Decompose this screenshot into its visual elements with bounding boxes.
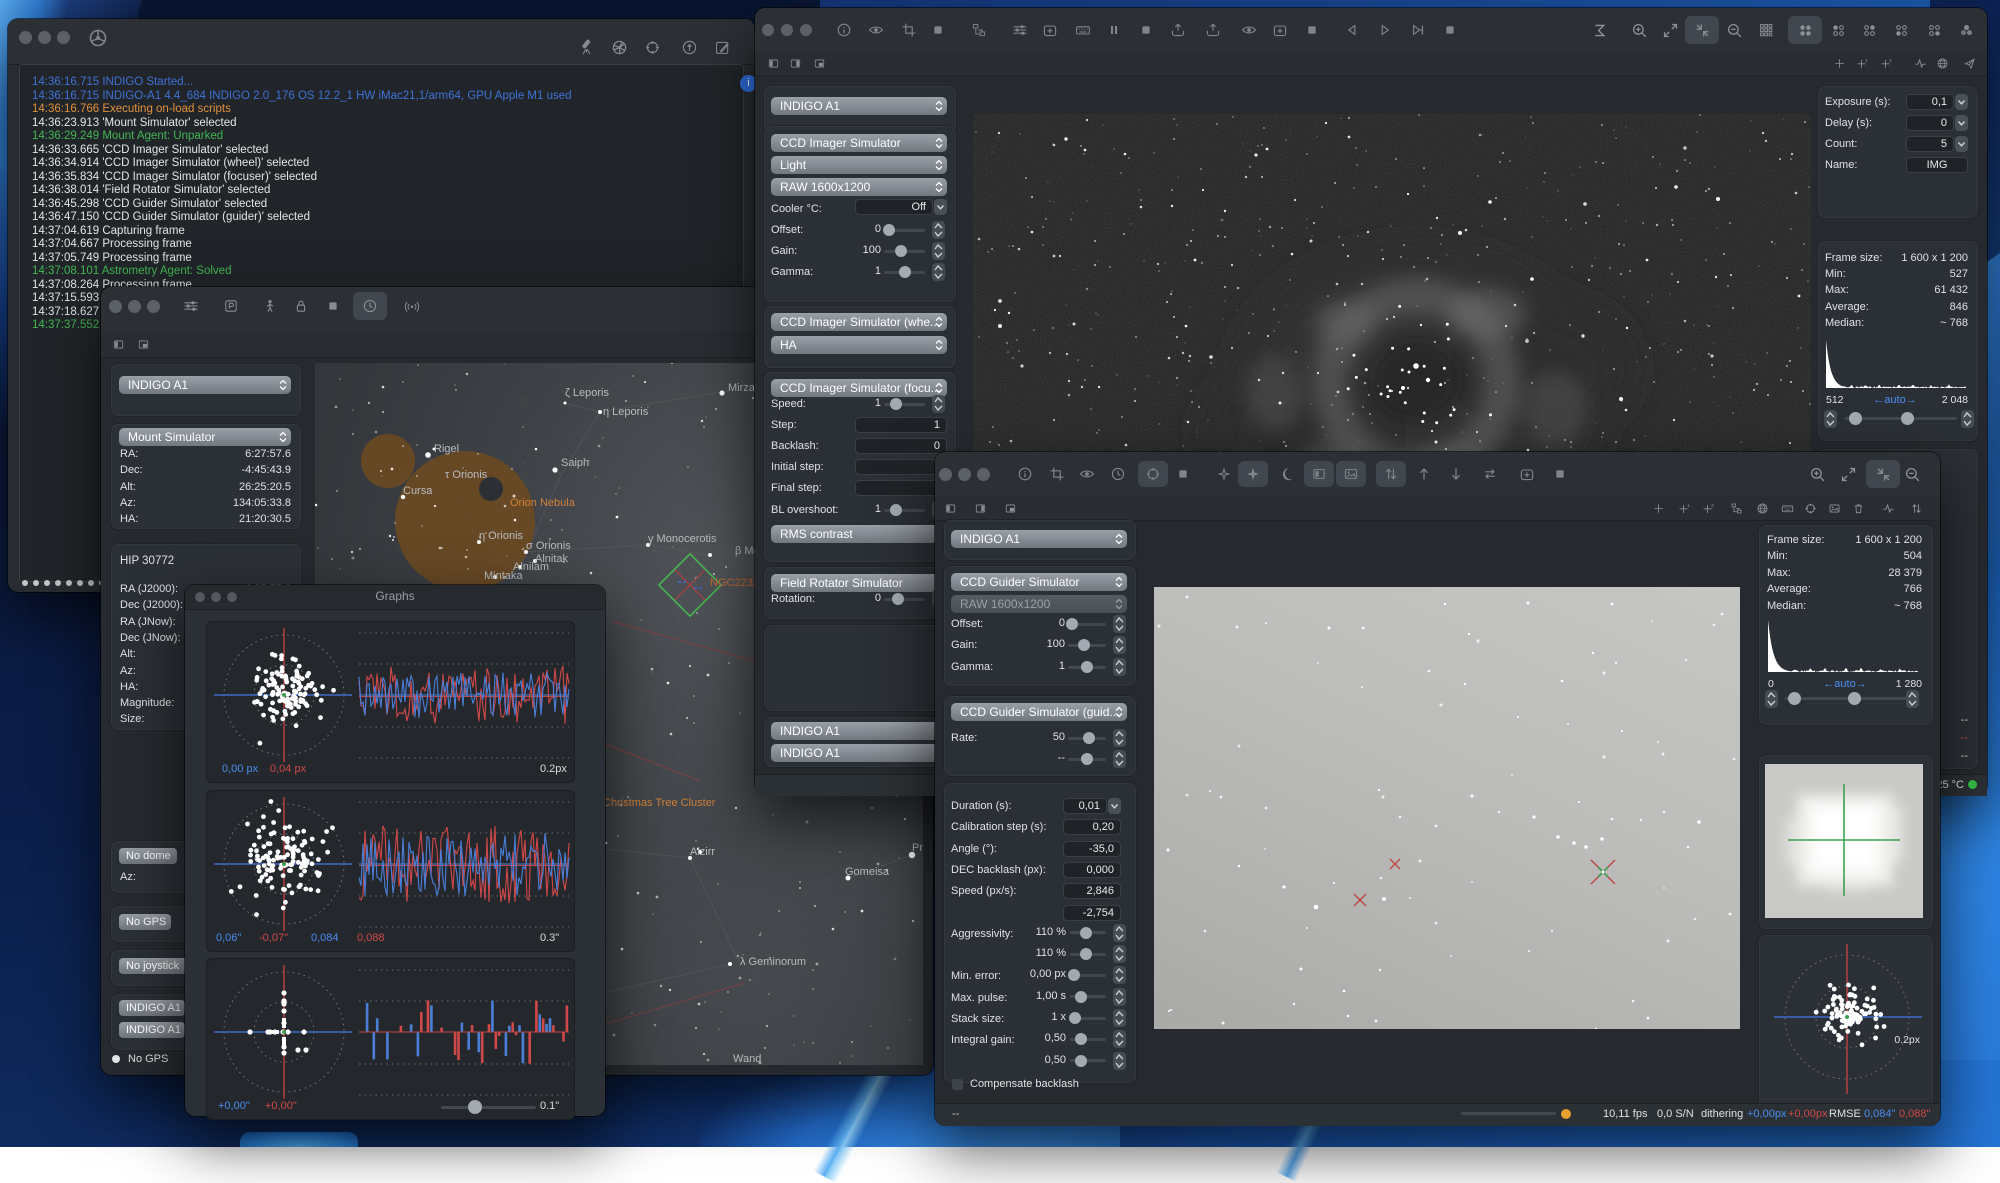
svg-text:1: 1: [1687, 502, 1690, 508]
svg-text:2: 2: [1889, 57, 1892, 63]
svg-text:2: 2: [1711, 502, 1714, 508]
svg-text:1: 1: [1865, 57, 1868, 63]
